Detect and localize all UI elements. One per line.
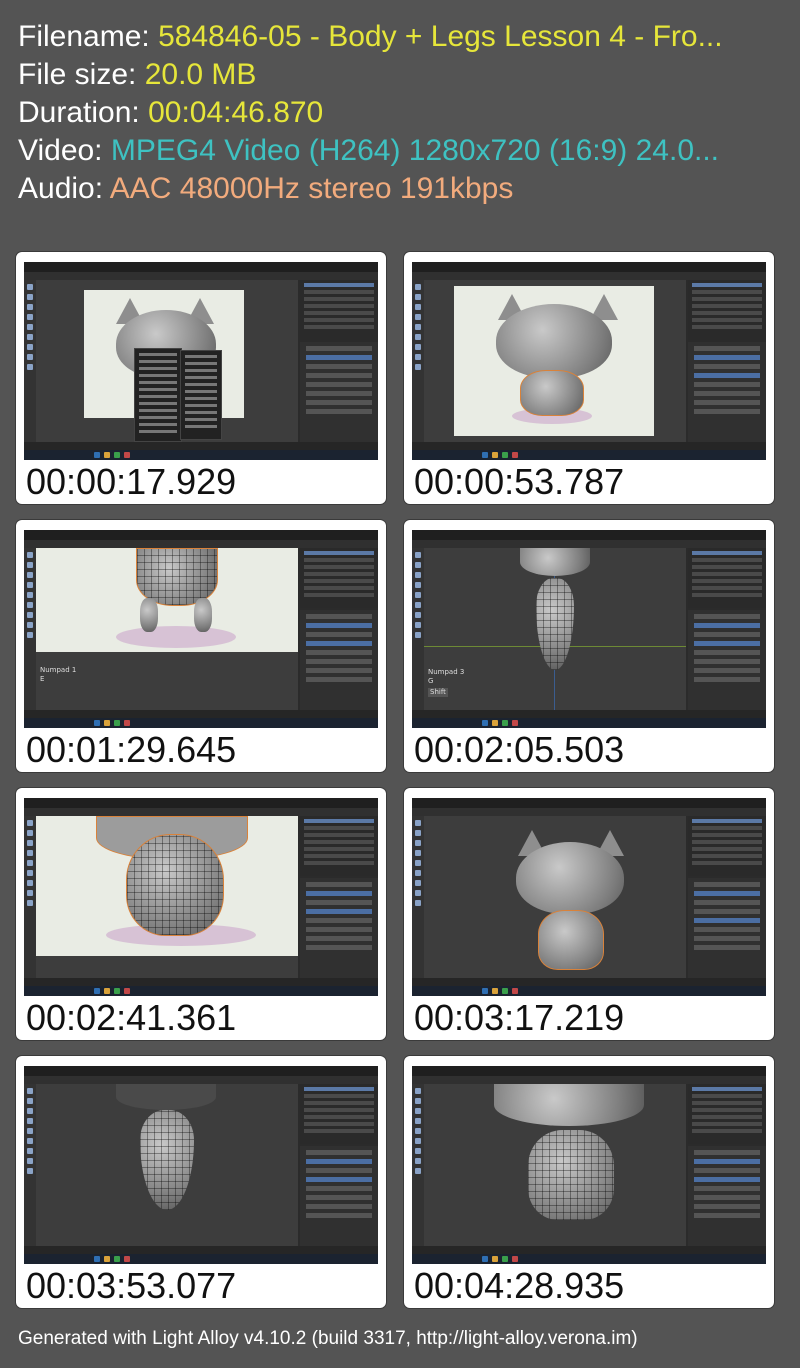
thumbnail-card[interactable]: Numpad 3 G Shift 00:02:05.503: [404, 520, 774, 772]
thumbnail-image: [24, 798, 378, 996]
key-hint: E: [40, 675, 45, 683]
filesize-line: File size: 20.0 MB: [18, 56, 788, 94]
thumbnail-card[interactable]: 00:03:53.077: [16, 1056, 386, 1308]
thumbnail-card[interactable]: 00:00:53.787: [404, 252, 774, 504]
duration-value: 00:04:46.870: [148, 96, 324, 129]
thumbnail-timestamp: 00:03:53.077: [26, 1265, 237, 1306]
thumbnail-image: Numpad 1 E: [24, 530, 378, 728]
video-value: MPEG4 Video (H264) 1280x720 (16:9) 24.0.…: [110, 134, 720, 167]
thumbnail-image: [24, 262, 378, 460]
audio-value: AAC 48000Hz stereo 191kbps: [109, 172, 514, 205]
thumbnail-image: [24, 1066, 378, 1264]
duration-line: Duration: 00:04:46.870: [18, 94, 788, 132]
thumbnail-image: [412, 798, 766, 996]
thumbnail-timestamp: 00:00:53.787: [414, 461, 625, 502]
thumbnail-card[interactable]: 00:02:41.361: [16, 788, 386, 1040]
audio-label: Audio:: [18, 172, 104, 205]
key-hint: Shift: [428, 688, 448, 697]
file-info-panel: Filename: 584846-05 - Body + Legs Lesson…: [18, 18, 788, 208]
duration-label: Duration:: [18, 96, 140, 129]
thumbnail-timestamp: 00:04:28.935: [414, 1265, 625, 1306]
audio-line: Audio: AAC 48000Hz stereo 191kbps: [18, 170, 788, 208]
thumbnail-card[interactable]: 00:03:17.219: [404, 788, 774, 1040]
video-label: Video:: [18, 134, 103, 167]
thumbnail-timestamp: 00:03:17.219: [414, 997, 625, 1038]
thumbnail-image: Numpad 3 G Shift: [412, 530, 766, 728]
key-hint: Numpad 3: [428, 668, 465, 676]
video-line: Video: MPEG4 Video (H264) 1280x720 (16:9…: [18, 132, 788, 170]
key-hint: Numpad 1: [40, 666, 77, 674]
thumbnail-timestamp: 00:01:29.645: [26, 729, 237, 770]
generator-footer: Generated with Light Alloy v4.10.2 (buil…: [18, 1328, 638, 1349]
filename-label: Filename:: [18, 20, 150, 53]
thumbnail-timestamp: 00:00:17.929: [26, 461, 237, 502]
thumbnail-timestamp: 00:02:41.361: [26, 997, 237, 1038]
thumbnail-card[interactable]: 00:00:17.929: [16, 252, 386, 504]
thumbnail-card[interactable]: Numpad 1 E 00:01:29.645: [16, 520, 386, 772]
thumbnail-image: [412, 262, 766, 460]
thumbnail-card[interactable]: 00:04:28.935: [404, 1056, 774, 1308]
filename-value: 584846-05 - Body + Legs Lesson 4 - Fro..…: [158, 20, 723, 53]
thumbnail-timestamp: 00:02:05.503: [414, 729, 625, 770]
filename-line: Filename: 584846-05 - Body + Legs Lesson…: [18, 18, 788, 56]
filesize-value: 20.0 MB: [144, 58, 257, 91]
filesize-label: File size:: [18, 58, 137, 91]
thumbnail-image: [412, 1066, 766, 1264]
key-hint: G: [428, 677, 434, 685]
